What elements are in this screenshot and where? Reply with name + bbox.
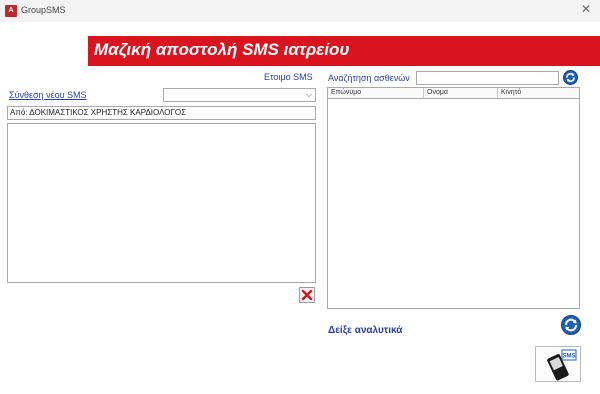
compose-new-sms-link[interactable]: Σύνθεση νέου SMS bbox=[9, 90, 87, 100]
search-button[interactable] bbox=[563, 70, 578, 85]
access-app-icon: A bbox=[5, 5, 17, 17]
column-header-mobile[interactable]: Κινητό bbox=[498, 88, 579, 98]
show-details-link[interactable]: Δείξε αναλυτικά bbox=[328, 325, 402, 336]
refresh-arrows-icon bbox=[565, 318, 577, 332]
chevron-down-icon[interactable]: ⌵ bbox=[303, 89, 315, 101]
window-titlebar: A GroupSMS ✕ bbox=[0, 0, 600, 22]
message-textarea[interactable] bbox=[7, 123, 316, 283]
sms-badge-text: SMS bbox=[562, 354, 575, 360]
column-header-surname[interactable]: Επώνυμο bbox=[328, 88, 424, 98]
sms-phone-icon: SMS bbox=[547, 349, 577, 381]
close-icon[interactable]: ✕ bbox=[581, 2, 591, 16]
banner-title: Μαζική αποστολή SMS ιατρείου bbox=[94, 40, 350, 59]
grid-header: Επώνυμο Ονομα Κινητό bbox=[328, 88, 579, 99]
patient-search-input[interactable] bbox=[416, 71, 559, 85]
column-header-name[interactable]: Ονομα bbox=[424, 88, 498, 98]
send-sms-button[interactable]: SMS bbox=[535, 346, 581, 382]
red-x-icon bbox=[301, 289, 313, 301]
refresh-button[interactable] bbox=[561, 315, 581, 335]
header-banner: Μαζική αποστολή SMS ιατρείου bbox=[88, 36, 600, 66]
patient-search-label: Αναζήτηση ασθενών bbox=[328, 73, 410, 83]
sender-field[interactable]: Από: ΔΟΚΙΜΑΣΤΙΚΟΣ ΧΡΗΣΤΗΣ ΚΑΡΔΙΟΛΟΓΟΣ bbox=[7, 106, 316, 120]
window-title: GroupSMS bbox=[21, 5, 66, 15]
clear-message-button[interactable] bbox=[299, 287, 315, 303]
sms-template-select[interactable]: ⌵ bbox=[163, 88, 316, 102]
patients-grid[interactable]: Επώνυμο Ονομα Κινητό bbox=[327, 87, 580, 309]
ready-sms-label: Ετοιμο SMS bbox=[264, 72, 313, 82]
refresh-arrows-icon bbox=[566, 73, 575, 82]
